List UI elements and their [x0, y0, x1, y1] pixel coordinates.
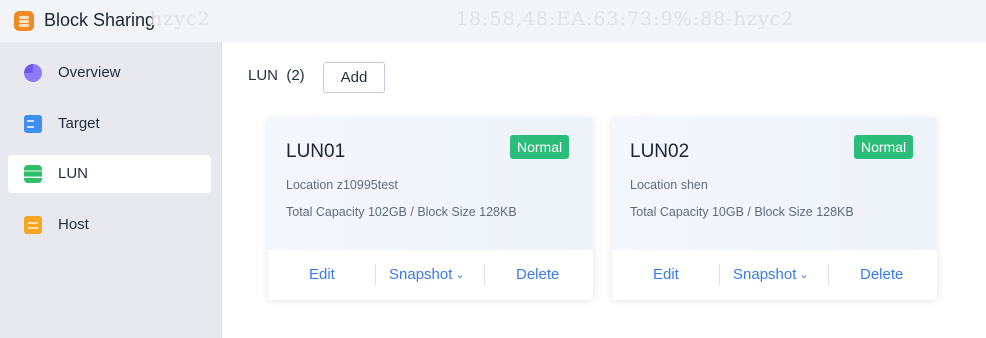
lun-count-label: LUN (2) [248, 67, 305, 84]
divider [484, 264, 485, 286]
lun-card-actions: Edit Snapshot ⌄ Delete [612, 250, 937, 300]
title-bar: Block Sharing hzyc2 18:58,48:EA:63:73:9%… [0, 0, 986, 42]
lun-name: LUN02 [630, 141, 690, 162]
sidebar: Overview Target LUN Host [0, 42, 222, 338]
block-sharing-app-icon [14, 11, 34, 31]
status-badge: Normal [510, 135, 570, 159]
sidebar-item-overview[interactable]: Overview [8, 54, 211, 92]
lun-location: Location shen [630, 178, 708, 192]
overview-pie-icon [24, 64, 42, 82]
sidebar-item-host[interactable]: Host [8, 206, 211, 244]
delete-button[interactable]: Delete [860, 266, 903, 283]
delete-button[interactable]: Delete [516, 266, 559, 283]
sidebar-item-label: Overview [58, 64, 121, 81]
sidebar-item-target[interactable]: Target [8, 105, 211, 143]
app-title: Block Sharing [44, 10, 156, 30]
sidebar-item-label: Host [58, 216, 89, 233]
sidebar-item-label: Target [58, 115, 100, 132]
snapshot-dropdown[interactable]: Snapshot ⌄ [733, 266, 809, 283]
edit-button[interactable]: Edit [653, 266, 679, 283]
chevron-down-icon: ⌄ [455, 269, 465, 281]
divider [375, 264, 376, 286]
sidebar-item-label: LUN [58, 165, 89, 182]
lun-name: LUN01 [286, 141, 346, 162]
lun-location: Location z10995test [286, 178, 398, 192]
lun-database-icon [24, 165, 42, 183]
lun-card-body: LUN02 Normal Location shen Total Capacit… [612, 118, 937, 250]
lun-card-actions: Edit Snapshot ⌄ Delete [268, 250, 593, 300]
lun-card-body: LUN01 Normal Location z10995test Total C… [268, 118, 593, 250]
host-icon [24, 216, 42, 234]
add-lun-button[interactable]: Add [323, 62, 385, 93]
lun-capacity: Total Capacity 102GB / Block Size 128KB [286, 205, 517, 219]
snapshot-label: Snapshot [389, 266, 453, 283]
target-icon [24, 115, 42, 133]
sidebar-item-lun[interactable]: LUN [8, 155, 211, 193]
divider [828, 264, 829, 286]
snapshot-label: Snapshot [733, 266, 797, 283]
edit-button[interactable]: Edit [309, 266, 335, 283]
chevron-down-icon: ⌄ [799, 269, 809, 281]
divider [719, 264, 720, 286]
watermark-text: 18:58,48:EA:63:73:9%:88-hzyc2 [456, 8, 795, 30]
lun-card: LUN02 Normal Location shen Total Capacit… [612, 118, 937, 300]
snapshot-dropdown[interactable]: Snapshot ⌄ [389, 266, 465, 283]
watermark-text: hzyc2 [150, 8, 211, 30]
lun-capacity: Total Capacity 10GB / Block Size 128KB [630, 205, 854, 219]
status-badge: Normal [854, 135, 914, 159]
lun-card: LUN01 Normal Location z10995test Total C… [268, 118, 593, 300]
